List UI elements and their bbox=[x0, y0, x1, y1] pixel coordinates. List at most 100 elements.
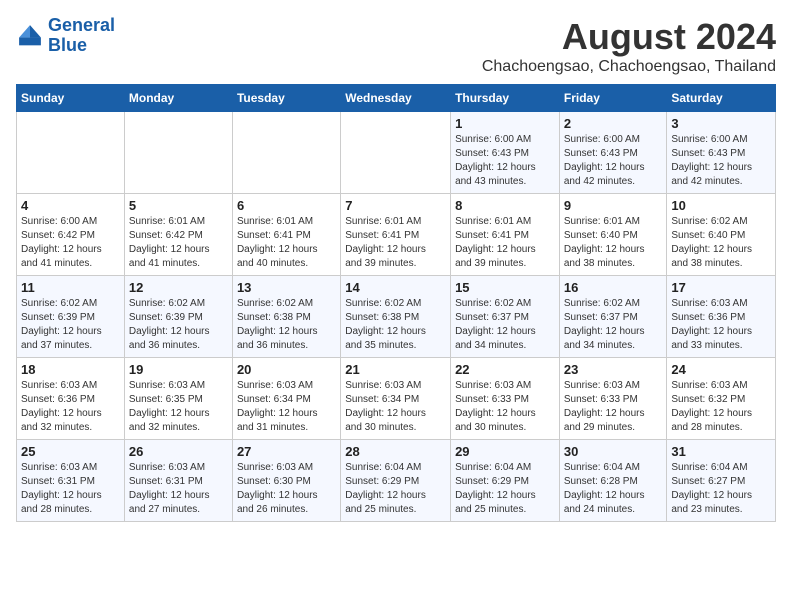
day-info: Sunrise: 6:03 AM Sunset: 6:35 PM Dayligh… bbox=[129, 379, 228, 435]
day-cell: 28 Sunrise: 6:04 AM Sunset: 6:29 PM Dayli… bbox=[341, 440, 451, 522]
day-info: Sunrise: 6:00 AM Sunset: 6:43 PM Dayligh… bbox=[564, 133, 663, 189]
day-number: 18 bbox=[21, 362, 120, 377]
day-cell: 17 Sunrise: 6:03 AM Sunset: 6:36 PM Dayli… bbox=[667, 276, 776, 358]
day-info: Sunrise: 6:02 AM Sunset: 6:39 PM Dayligh… bbox=[21, 297, 120, 353]
day-cell: 22 Sunrise: 6:03 AM Sunset: 6:33 PM Dayli… bbox=[451, 358, 560, 440]
day-info: Sunrise: 6:04 AM Sunset: 6:27 PM Dayligh… bbox=[671, 461, 771, 517]
header-thursday: Thursday bbox=[451, 85, 560, 112]
day-cell: 23 Sunrise: 6:03 AM Sunset: 6:33 PM Dayli… bbox=[559, 358, 667, 440]
day-info: Sunrise: 6:02 AM Sunset: 6:37 PM Dayligh… bbox=[455, 297, 555, 353]
day-cell: 26 Sunrise: 6:03 AM Sunset: 6:31 PM Dayli… bbox=[124, 440, 232, 522]
day-cell: 30Sunrise: 6:04 AM Sunset: 6:28 PM Dayli… bbox=[559, 440, 667, 522]
day-info: Sunrise: 6:03 AM Sunset: 6:31 PM Dayligh… bbox=[21, 461, 120, 517]
day-cell: 2 Sunrise: 6:00 AM Sunset: 6:43 PM Daylig… bbox=[559, 112, 667, 194]
day-cell: 4Sunrise: 6:00 AM Sunset: 6:42 PM Daylig… bbox=[17, 194, 125, 276]
day-info: Sunrise: 6:04 AM Sunset: 6:29 PM Dayligh… bbox=[455, 461, 555, 517]
day-cell: 18 Sunrise: 6:03 AM Sunset: 6:36 PM Dayli… bbox=[17, 358, 125, 440]
day-number: 14 bbox=[345, 280, 446, 295]
day-number: 30 bbox=[564, 444, 663, 459]
day-number: 9 bbox=[564, 198, 663, 213]
day-cell bbox=[341, 112, 451, 194]
day-cell: 20 Sunrise: 6:03 AM Sunset: 6:34 PM Dayli… bbox=[232, 358, 340, 440]
day-cell: 29 Sunrise: 6:04 AM Sunset: 6:29 PM Dayli… bbox=[451, 440, 560, 522]
day-info: Sunrise: 6:02 AM Sunset: 6:38 PM Dayligh… bbox=[237, 297, 336, 353]
header-sunday: Sunday bbox=[17, 85, 125, 112]
day-info: Sunrise: 6:01 AM Sunset: 6:41 PM Dayligh… bbox=[237, 215, 336, 271]
day-info: Sunrise: 6:03 AM Sunset: 6:36 PM Dayligh… bbox=[21, 379, 120, 435]
day-info: Sunrise: 6:03 AM Sunset: 6:30 PM Dayligh… bbox=[237, 461, 336, 517]
day-number: 27 bbox=[237, 444, 336, 459]
header-wednesday: Wednesday bbox=[341, 85, 451, 112]
day-info: Sunrise: 6:02 AM Sunset: 6:37 PM Dayligh… bbox=[564, 297, 663, 353]
day-number: 3 bbox=[671, 116, 771, 131]
day-cell: 11 Sunrise: 6:02 AM Sunset: 6:39 PM Dayli… bbox=[17, 276, 125, 358]
day-info: Sunrise: 6:03 AM Sunset: 6:33 PM Dayligh… bbox=[455, 379, 555, 435]
day-cell bbox=[124, 112, 232, 194]
day-cell: 7Sunrise: 6:01 AM Sunset: 6:41 PM Daylig… bbox=[341, 194, 451, 276]
header-tuesday: Tuesday bbox=[232, 85, 340, 112]
header-monday: Monday bbox=[124, 85, 232, 112]
logo: General Blue bbox=[16, 16, 115, 56]
title-block: August 2024 Chachoengsao, Chachoengsao, … bbox=[482, 16, 776, 76]
day-cell: 16 Sunrise: 6:02 AM Sunset: 6:37 PM Dayli… bbox=[559, 276, 667, 358]
day-info: Sunrise: 6:03 AM Sunset: 6:31 PM Dayligh… bbox=[129, 461, 228, 517]
day-cell: 6 Sunrise: 6:01 AM Sunset: 6:41 PM Daylig… bbox=[232, 194, 340, 276]
day-info: Sunrise: 6:01 AM Sunset: 6:40 PM Dayligh… bbox=[564, 215, 663, 271]
week-row-0: 1Sunrise: 6:00 AM Sunset: 6:43 PM Daylig… bbox=[17, 112, 776, 194]
day-number: 20 bbox=[237, 362, 336, 377]
day-info: Sunrise: 6:03 AM Sunset: 6:36 PM Dayligh… bbox=[671, 297, 771, 353]
day-number: 23 bbox=[564, 362, 663, 377]
day-number: 19 bbox=[129, 362, 228, 377]
day-number: 28 bbox=[345, 444, 446, 459]
day-info: Sunrise: 6:03 AM Sunset: 6:32 PM Dayligh… bbox=[671, 379, 771, 435]
page-title: August 2024 bbox=[482, 16, 776, 58]
week-row-4: 25Sunrise: 6:03 AM Sunset: 6:31 PM Dayli… bbox=[17, 440, 776, 522]
day-cell: 27 Sunrise: 6:03 AM Sunset: 6:30 PM Dayli… bbox=[232, 440, 340, 522]
day-info: Sunrise: 6:02 AM Sunset: 6:39 PM Dayligh… bbox=[129, 297, 228, 353]
day-number: 16 bbox=[564, 280, 663, 295]
day-number: 17 bbox=[671, 280, 771, 295]
logo-icon bbox=[16, 22, 44, 50]
day-number: 13 bbox=[237, 280, 336, 295]
day-cell: 25Sunrise: 6:03 AM Sunset: 6:31 PM Dayli… bbox=[17, 440, 125, 522]
day-cell: 24 Sunrise: 6:03 AM Sunset: 6:32 PM Dayli… bbox=[667, 358, 776, 440]
day-number: 11 bbox=[21, 280, 120, 295]
day-number: 12 bbox=[129, 280, 228, 295]
day-info: Sunrise: 6:01 AM Sunset: 6:42 PM Dayligh… bbox=[129, 215, 228, 271]
day-info: Sunrise: 6:00 AM Sunset: 6:43 PM Dayligh… bbox=[455, 133, 555, 189]
day-cell: 31 Sunrise: 6:04 AM Sunset: 6:27 PM Dayli… bbox=[667, 440, 776, 522]
day-cell bbox=[17, 112, 125, 194]
day-cell: 19 Sunrise: 6:03 AM Sunset: 6:35 PM Dayli… bbox=[124, 358, 232, 440]
week-row-2: 11 Sunrise: 6:02 AM Sunset: 6:39 PM Dayli… bbox=[17, 276, 776, 358]
day-number: 15 bbox=[455, 280, 555, 295]
day-cell: 1Sunrise: 6:00 AM Sunset: 6:43 PM Daylig… bbox=[451, 112, 560, 194]
header-friday: Friday bbox=[559, 85, 667, 112]
logo-line2: Blue bbox=[48, 35, 87, 55]
day-cell: 12 Sunrise: 6:02 AM Sunset: 6:39 PM Dayli… bbox=[124, 276, 232, 358]
day-number: 7 bbox=[345, 198, 446, 213]
day-info: Sunrise: 6:04 AM Sunset: 6:29 PM Dayligh… bbox=[345, 461, 446, 517]
calendar-table: SundayMondayTuesdayWednesdayThursdayFrid… bbox=[16, 84, 776, 522]
day-info: Sunrise: 6:03 AM Sunset: 6:34 PM Dayligh… bbox=[237, 379, 336, 435]
day-number: 31 bbox=[671, 444, 771, 459]
day-info: Sunrise: 6:03 AM Sunset: 6:34 PM Dayligh… bbox=[345, 379, 446, 435]
week-row-1: 4Sunrise: 6:00 AM Sunset: 6:42 PM Daylig… bbox=[17, 194, 776, 276]
logo-text: General Blue bbox=[48, 16, 115, 56]
day-number: 29 bbox=[455, 444, 555, 459]
day-number: 24 bbox=[671, 362, 771, 377]
day-info: Sunrise: 6:00 AM Sunset: 6:43 PM Dayligh… bbox=[671, 133, 771, 189]
calendar-body: 1Sunrise: 6:00 AM Sunset: 6:43 PM Daylig… bbox=[17, 112, 776, 522]
day-info: Sunrise: 6:01 AM Sunset: 6:41 PM Dayligh… bbox=[455, 215, 555, 271]
day-number: 6 bbox=[237, 198, 336, 213]
day-cell: 8Sunrise: 6:01 AM Sunset: 6:41 PM Daylig… bbox=[451, 194, 560, 276]
calendar-header: SundayMondayTuesdayWednesdayThursdayFrid… bbox=[17, 85, 776, 112]
day-cell: 13 Sunrise: 6:02 AM Sunset: 6:38 PM Dayli… bbox=[232, 276, 340, 358]
day-cell: 21Sunrise: 6:03 AM Sunset: 6:34 PM Dayli… bbox=[341, 358, 451, 440]
header-saturday: Saturday bbox=[667, 85, 776, 112]
day-number: 26 bbox=[129, 444, 228, 459]
week-row-3: 18 Sunrise: 6:03 AM Sunset: 6:36 PM Dayli… bbox=[17, 358, 776, 440]
day-number: 2 bbox=[564, 116, 663, 131]
day-info: Sunrise: 6:03 AM Sunset: 6:33 PM Dayligh… bbox=[564, 379, 663, 435]
day-cell: 10Sunrise: 6:02 AM Sunset: 6:40 PM Dayli… bbox=[667, 194, 776, 276]
day-number: 22 bbox=[455, 362, 555, 377]
